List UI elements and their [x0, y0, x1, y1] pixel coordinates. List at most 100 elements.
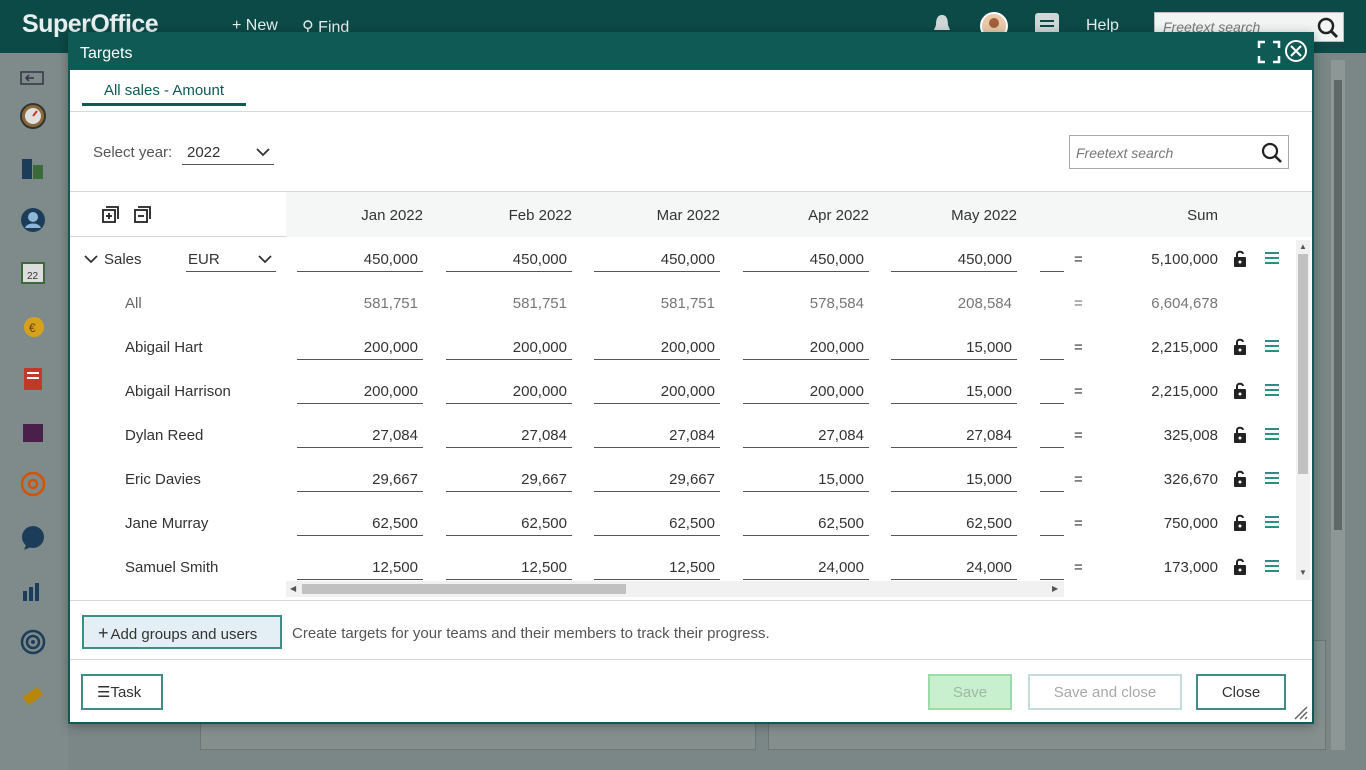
target-input[interactable]: 200,000 — [743, 334, 869, 360]
hamburger-menu-icon[interactable] — [1264, 338, 1280, 354]
maximize-icon[interactable] — [1257, 40, 1281, 64]
page-scrollbar-thumb[interactable] — [1334, 80, 1342, 530]
target-input-partial[interactable] — [1040, 334, 1064, 360]
target-input[interactable]: 200,000 — [297, 378, 423, 404]
target-input[interactable]: 27,084 — [446, 422, 572, 448]
sum-column-header[interactable]: Sum — [1092, 207, 1218, 224]
project-icon[interactable] — [20, 365, 46, 391]
target-input[interactable]: 27,084 — [743, 422, 869, 448]
scroll-left-icon[interactable]: ◀ — [290, 584, 296, 593]
target-input[interactable]: 200,000 — [446, 378, 572, 404]
year-select[interactable]: 2022 — [182, 138, 274, 165]
target-input-partial[interactable] — [1040, 466, 1064, 492]
horizontal-scroll-thumb[interactable] — [302, 584, 626, 594]
target-input[interactable]: 15,000 — [891, 466, 1017, 492]
column-header[interactable]: Mar 2022 — [594, 207, 720, 224]
target-input-partial[interactable] — [1040, 378, 1064, 404]
unlock-icon[interactable] — [1233, 514, 1247, 532]
hamburger-menu-icon[interactable] — [1264, 250, 1280, 266]
search-icon[interactable] — [1261, 142, 1283, 164]
close-icon[interactable] — [1284, 39, 1308, 63]
target-input-partial[interactable] — [1040, 554, 1064, 580]
task-button[interactable]: ☰Task — [81, 674, 163, 710]
column-header[interactable]: Apr 2022 — [743, 207, 869, 224]
target-input[interactable]: 200,000 — [594, 378, 720, 404]
target-input[interactable]: 450,000 — [891, 246, 1017, 272]
target-input[interactable]: 62,500 — [446, 510, 572, 536]
unlock-icon[interactable] — [1233, 382, 1247, 400]
unlock-icon[interactable] — [1233, 250, 1247, 268]
target-input-partial[interactable] — [1040, 510, 1064, 536]
target-input[interactable]: 24,000 — [891, 554, 1017, 580]
add-groups-users-button[interactable]: + Add groups and users — [82, 615, 282, 649]
close-button[interactable]: Close — [1196, 674, 1286, 710]
target-input[interactable]: 200,000 — [446, 334, 572, 360]
target-input[interactable]: 450,000 — [446, 246, 572, 272]
column-header[interactable]: Feb 2022 — [446, 207, 572, 224]
target-input[interactable]: 15,000 — [891, 334, 1017, 360]
chat-icon[interactable] — [20, 525, 46, 551]
scroll-up-icon[interactable]: ▲ — [1299, 242, 1307, 251]
target-input[interactable]: 62,500 — [594, 510, 720, 536]
mail-icon[interactable] — [20, 471, 46, 497]
target-input[interactable]: 450,000 — [743, 246, 869, 272]
target-input[interactable]: 200,000 — [743, 378, 869, 404]
target-input[interactable]: 29,667 — [297, 466, 423, 492]
expand-all-icon[interactable] — [102, 206, 120, 224]
hamburger-menu-icon[interactable] — [1264, 470, 1280, 486]
target-input-partial[interactable] — [1040, 246, 1064, 272]
hamburger-menu-icon[interactable] — [1264, 382, 1280, 398]
target-input[interactable]: 12,500 — [446, 554, 572, 580]
vertical-scroll-thumb[interactable] — [1298, 254, 1308, 474]
target-input[interactable]: 27,084 — [297, 422, 423, 448]
chevron-down-icon[interactable] — [84, 254, 98, 264]
target-input[interactable]: 15,000 — [743, 466, 869, 492]
resize-handle-icon[interactable] — [1292, 704, 1308, 720]
dashboard-icon[interactable] — [20, 103, 46, 129]
tab-all-sales-amount[interactable]: All sales - Amount — [82, 78, 246, 106]
company-icon[interactable] — [20, 155, 46, 181]
page-scrollbar[interactable] — [1331, 60, 1345, 750]
hamburger-menu-icon[interactable] — [1264, 426, 1280, 442]
target-input[interactable]: 200,000 — [297, 334, 423, 360]
target-input[interactable]: 62,500 — [891, 510, 1017, 536]
target-input[interactable]: 29,667 — [594, 466, 720, 492]
target-input[interactable]: 27,084 — [594, 422, 720, 448]
target-input[interactable]: 450,000 — [594, 246, 720, 272]
column-header[interactable]: May 2022 — [891, 207, 1017, 224]
hamburger-menu-icon[interactable] — [1264, 558, 1280, 574]
target-input[interactable]: 62,500 — [743, 510, 869, 536]
column-header[interactable]: Jan 2022 — [297, 207, 423, 224]
target-input[interactable]: 29,667 — [446, 466, 572, 492]
target-icon[interactable] — [20, 629, 46, 655]
target-input[interactable]: 27,084 — [891, 422, 1017, 448]
unlock-icon[interactable] — [1233, 338, 1247, 356]
search-icon[interactable] — [1317, 17, 1339, 39]
save-and-close-button[interactable]: Save and close — [1028, 674, 1182, 710]
collapse-nav-icon[interactable] — [20, 71, 46, 97]
scroll-down-icon[interactable]: ▼ — [1299, 568, 1307, 577]
unlock-icon[interactable] — [1233, 470, 1247, 488]
save-button[interactable]: Save — [928, 674, 1012, 710]
calendar-icon[interactable]: 22 — [20, 259, 46, 285]
contact-icon[interactable] — [20, 207, 46, 233]
unlock-icon[interactable] — [1233, 558, 1247, 576]
target-input-partial[interactable] — [1040, 422, 1064, 448]
reports-icon[interactable] — [20, 577, 46, 603]
grid-search-input[interactable]: Freetext search — [1069, 135, 1289, 169]
grid-vertical-scrollbar[interactable]: ▲ ▼ — [1296, 240, 1310, 580]
target-input[interactable]: 12,500 — [594, 554, 720, 580]
currency-select[interactable]: EUR — [186, 246, 276, 272]
unlock-icon[interactable] — [1233, 426, 1247, 444]
sales-icon[interactable]: € — [20, 313, 46, 339]
marketing-icon[interactable] — [20, 419, 46, 445]
scroll-right-icon[interactable]: ▶ — [1052, 584, 1058, 593]
collapse-all-icon[interactable] — [134, 206, 152, 224]
ticket-icon[interactable] — [20, 683, 46, 709]
hamburger-menu-icon[interactable] — [1264, 514, 1280, 530]
target-input[interactable]: 12,500 — [297, 554, 423, 580]
target-input[interactable]: 200,000 — [594, 334, 720, 360]
target-input[interactable]: 24,000 — [743, 554, 869, 580]
target-input[interactable]: 450,000 — [297, 246, 423, 272]
grid-horizontal-scrollbar[interactable]: ◀ ▶ — [286, 581, 1064, 597]
